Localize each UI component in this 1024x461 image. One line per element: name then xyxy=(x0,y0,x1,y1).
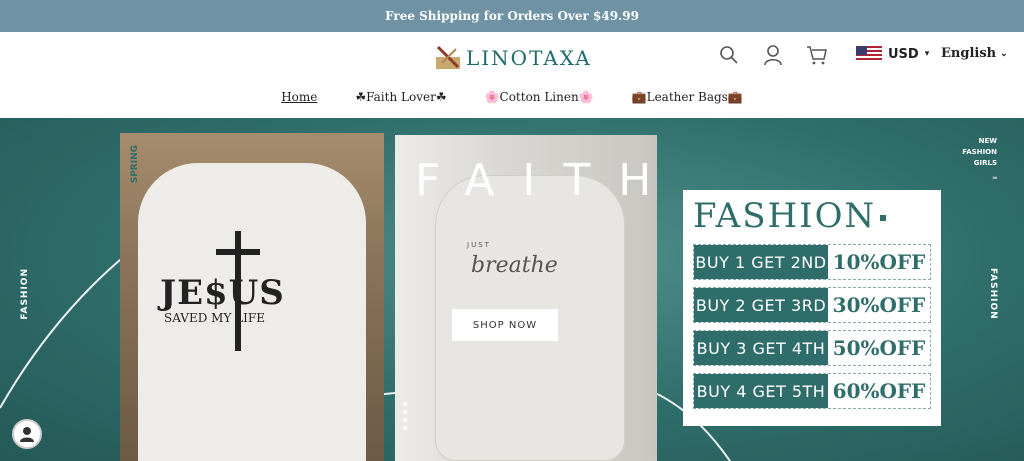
nav-cotton-linen[interactable]: 🌸Cotton Linen🌸 xyxy=(485,90,594,104)
offer-discount: 60%OFF xyxy=(832,379,926,403)
offer-discount: 10%OFF xyxy=(832,250,926,274)
offer-buy: BUY 3 GET 4TH xyxy=(694,331,828,365)
announcement-text: Free Shipping for Orders Over $49.99 xyxy=(385,9,639,23)
currency-selector[interactable]: USD ▾ xyxy=(856,46,929,62)
promo-card: FASHION BUY 1 GET 2ND 10%OFF BUY 2 GET 3… xyxy=(683,190,941,426)
spring-label: SPRING xyxy=(130,145,140,184)
menu-lines-icon: ═ xyxy=(992,174,997,182)
side-label-right: FASHION xyxy=(988,268,998,320)
nav-home[interactable]: Home xyxy=(281,90,317,104)
carousel-dots xyxy=(403,402,407,430)
chat-icon[interactable] xyxy=(12,419,42,449)
shirt-title: JE$US xyxy=(160,273,285,313)
flag-usa-icon xyxy=(856,46,882,62)
new-fashion-line-1: NEW xyxy=(978,137,997,145)
offer-buy: BUY 1 GET 2ND xyxy=(694,245,828,279)
offer-discount: 50%OFF xyxy=(832,336,926,360)
main-nav: Home ☘Faith Lover☘ 🌸Cotton Linen🌸 💼Leath… xyxy=(0,90,1024,104)
shirt-subtitle: SAVED MY LIFE xyxy=(164,311,265,325)
nav-faith-lover[interactable]: ☘Faith Lover☘ xyxy=(355,90,446,104)
new-fashion-line-3: GIRLS xyxy=(973,159,997,167)
site-header: LINOTAXA USD ▾ English ⌄ Home ☘Faith Lov… xyxy=(0,32,1024,118)
offer-buy: BUY 2 GET 3RD xyxy=(694,288,828,322)
chevron-down-icon: ⌄ xyxy=(1000,48,1008,59)
offer-row: BUY 2 GET 3RD 30%OFF xyxy=(693,287,931,323)
shop-now-button[interactable]: SHOP NOW xyxy=(452,309,558,341)
promo-title: FASHION xyxy=(693,196,887,236)
account-icon[interactable] xyxy=(762,44,784,66)
brand-name: LINOTAXA xyxy=(466,46,592,70)
announcement-bar: Free Shipping for Orders Over $49.99 xyxy=(0,0,1024,32)
language-selector[interactable]: English ⌄ xyxy=(941,46,1008,61)
product-photo-lace-shirt[interactable]: FAITH JUST breathe SHOP NOW xyxy=(395,135,657,461)
hero-banner[interactable]: FASHION FASHION NEW FASHION GIRLS ═ SPRI… xyxy=(0,118,1024,461)
logo[interactable]: LINOTAXA xyxy=(432,38,592,78)
carousel-dot[interactable] xyxy=(403,426,407,430)
offer-row: BUY 1 GET 2ND 10%OFF xyxy=(693,244,931,280)
logo-mark-icon xyxy=(436,45,460,69)
offer-buy: BUY 4 GET 5TH xyxy=(694,374,828,408)
new-fashion-line-2: FASHION xyxy=(962,148,997,156)
product-photo-jesus-shirt[interactable]: SPRING JE$US SAVED MY LIFE xyxy=(120,133,384,461)
offer-row: BUY 4 GET 5TH 60%OFF xyxy=(693,373,931,409)
carousel-dot[interactable] xyxy=(403,402,407,406)
header-icons xyxy=(718,44,828,66)
chevron-down-icon: ▾ xyxy=(924,49,930,59)
breathe-label: breathe xyxy=(471,253,558,278)
side-label-left: FASHION xyxy=(20,268,30,320)
promo-title-text: FASHION xyxy=(693,196,877,236)
currency-label: USD xyxy=(888,46,919,62)
carousel-dot[interactable] xyxy=(403,410,407,414)
offer-row: BUY 3 GET 4TH 50%OFF xyxy=(693,330,931,366)
search-icon[interactable] xyxy=(718,44,740,66)
offer-discount: 30%OFF xyxy=(832,293,926,317)
language-label: English xyxy=(941,46,997,61)
just-label: JUST xyxy=(467,241,491,249)
faith-word: FAITH xyxy=(415,155,657,206)
cart-icon[interactable] xyxy=(806,44,828,66)
nav-leather-bags[interactable]: 💼Leather Bags💼 xyxy=(632,90,743,104)
carousel-dot[interactable] xyxy=(403,418,407,422)
new-fashion-girls-label: NEW FASHION GIRLS ═ xyxy=(955,136,997,184)
